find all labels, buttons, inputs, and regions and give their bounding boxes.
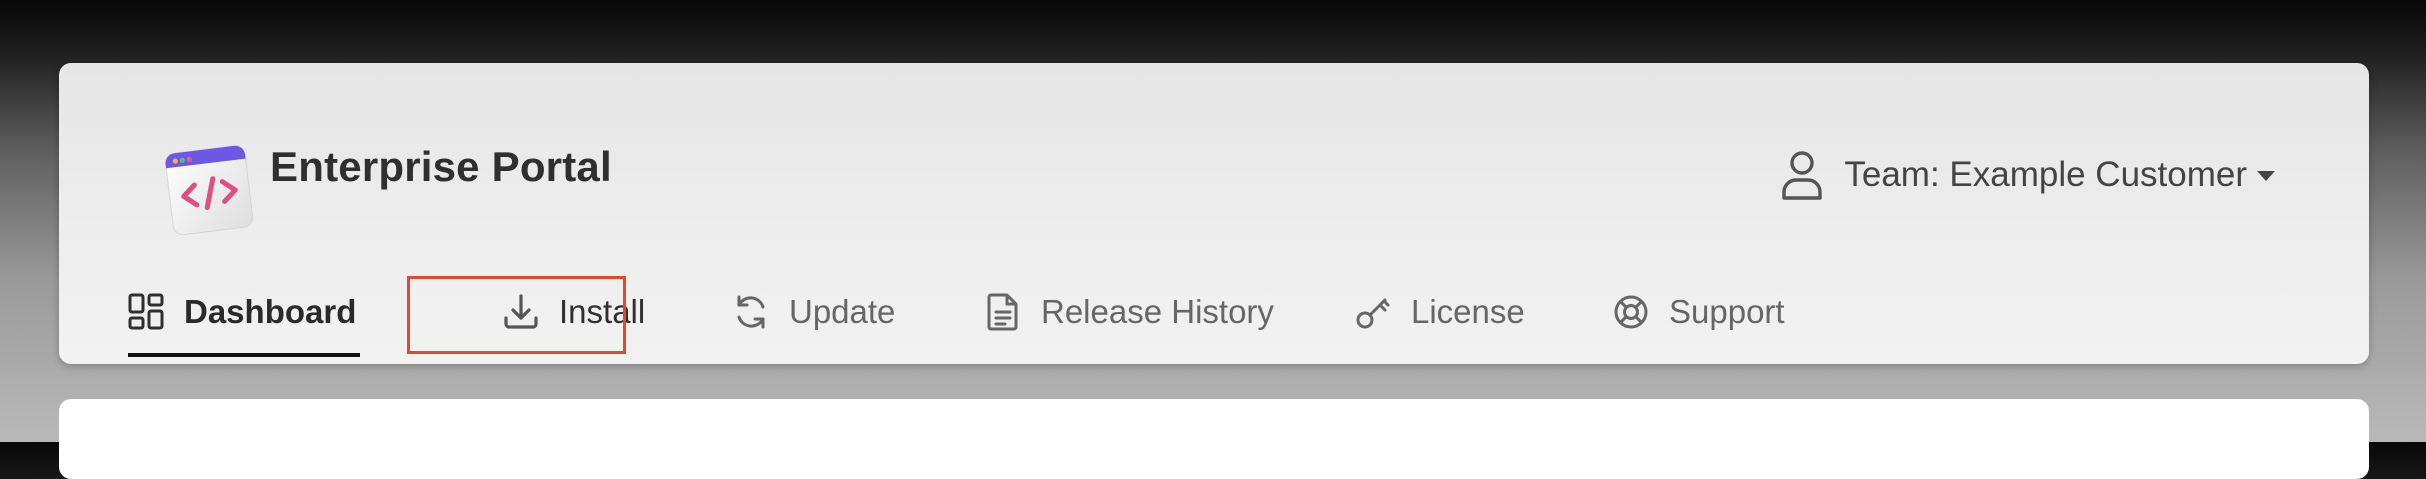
tab-label: Dashboard bbox=[184, 293, 357, 330]
tab-label: Update bbox=[789, 293, 896, 330]
team-switcher-dropdown[interactable]: Team: Example Customer bbox=[1778, 145, 2275, 205]
user-icon bbox=[1782, 151, 1823, 200]
tab-dashboard[interactable]: Dashboard bbox=[128, 273, 360, 357]
tab-update[interactable]: Update bbox=[733, 273, 895, 351]
header-card: Enterprise Portal Team: Example Customer… bbox=[59, 63, 2369, 364]
tab-support[interactable]: Support bbox=[1613, 273, 1785, 351]
refresh-icon bbox=[737, 295, 765, 329]
tab-license[interactable]: License bbox=[1355, 273, 1525, 351]
code-window-icon bbox=[165, 145, 254, 236]
tab-label: Install bbox=[559, 293, 646, 330]
lifebuoy-icon bbox=[1614, 295, 1648, 329]
dashboard-grid-icon bbox=[128, 293, 164, 330]
key-icon bbox=[1356, 298, 1390, 329]
tab-label: Support bbox=[1669, 293, 1785, 330]
content-card bbox=[59, 399, 2369, 479]
team-label: Team: Example Customer bbox=[1844, 155, 2247, 194]
download-icon bbox=[504, 294, 538, 329]
caret-down-icon bbox=[2257, 171, 2275, 181]
tab-release-history[interactable]: Release History bbox=[985, 273, 1274, 351]
tab-install[interactable]: Install bbox=[503, 273, 645, 351]
document-icon bbox=[987, 293, 1018, 331]
tab-label: Release History bbox=[1041, 293, 1274, 330]
app-title: Enterprise Portal bbox=[270, 143, 612, 190]
tab-label: License bbox=[1411, 293, 1525, 330]
